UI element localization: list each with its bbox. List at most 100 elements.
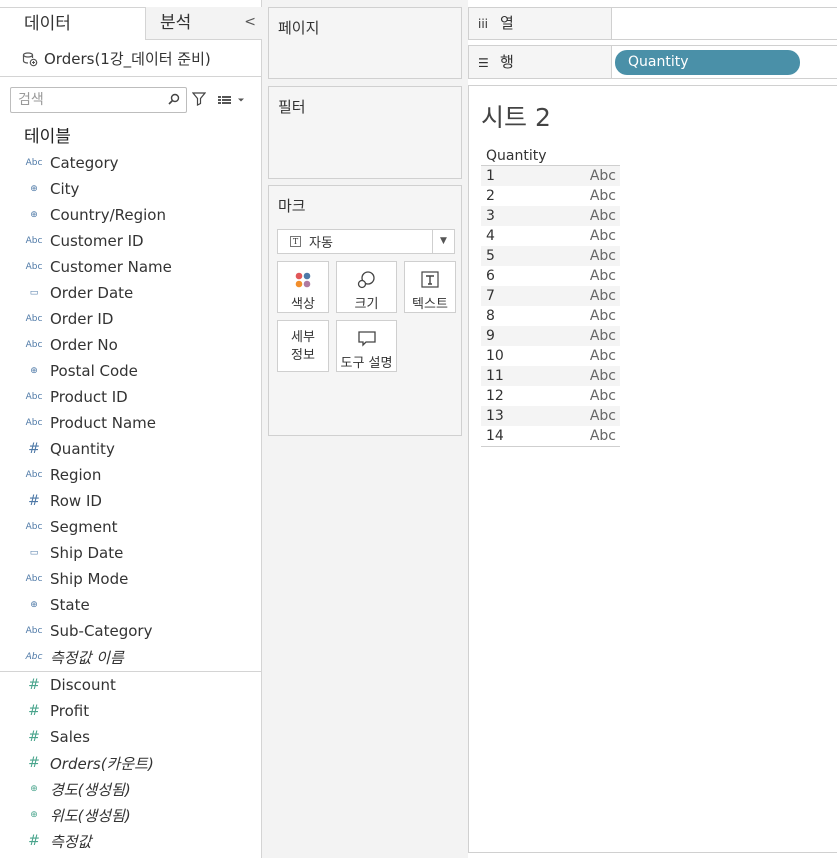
- field-item[interactable]: Abc Product Name: [0, 410, 262, 436]
- field-label: 위도(생성됨): [50, 806, 131, 825]
- color-icon: [295, 272, 311, 288]
- field-item[interactable]: Abc Customer ID: [0, 228, 262, 254]
- quantity-pill[interactable]: Quantity: [615, 50, 800, 75]
- columns-shelf[interactable]: iii 열: [468, 7, 837, 40]
- table-row[interactable]: 4 Abc: [481, 226, 620, 246]
- field-item[interactable]: ▭ Order Date: [0, 280, 262, 306]
- rows-shelf[interactable]: ☰ 행 Quantity: [468, 45, 837, 79]
- table-row[interactable]: 14 Abc: [481, 426, 620, 446]
- size-button[interactable]: 크기: [336, 261, 397, 313]
- tab-analysis[interactable]: 분석 <: [145, 7, 262, 40]
- field-label: Profit: [50, 702, 90, 720]
- cell-value: Abc: [589, 368, 616, 384]
- field-item[interactable]: # Quantity: [0, 436, 262, 462]
- string-type-icon: Abc: [25, 418, 43, 428]
- field-item[interactable]: # Profit: [0, 698, 262, 724]
- table-row[interactable]: 10 Abc: [481, 346, 620, 366]
- table-row[interactable]: 8 Abc: [481, 306, 620, 326]
- string-type-icon: Abc: [25, 236, 43, 246]
- tab-data[interactable]: 데이터: [0, 7, 145, 40]
- number-type-icon: #: [28, 833, 40, 849]
- field-label: State: [50, 596, 90, 614]
- marks-title: 마크: [278, 197, 306, 215]
- rows-icon: ☰: [478, 56, 489, 70]
- globe-icon: ⊕: [30, 366, 38, 376]
- field-item[interactable]: Abc Product ID: [0, 384, 262, 410]
- field-label: Discount: [50, 676, 116, 694]
- table-row[interactable]: 7 Abc: [481, 286, 620, 306]
- table-row[interactable]: 9 Abc: [481, 326, 620, 346]
- columns-shelf-label: iii 열: [469, 8, 612, 39]
- collapse-pane-icon[interactable]: <: [244, 7, 256, 38]
- detail-button[interactable]: 세부 정보: [277, 320, 329, 372]
- search-icon[interactable]: [168, 93, 180, 105]
- field-item[interactable]: # Row ID: [0, 488, 262, 514]
- row-header-value: 12: [486, 388, 504, 404]
- pages-shelf[interactable]: 페이지: [268, 7, 462, 79]
- field-item[interactable]: Abc Order ID: [0, 306, 262, 332]
- table-row[interactable]: 3 Abc: [481, 206, 620, 226]
- field-item[interactable]: Abc Order No: [0, 332, 262, 358]
- filter-icon[interactable]: [192, 92, 206, 106]
- table-row[interactable]: 2 Abc: [481, 186, 620, 206]
- number-type-icon: #: [28, 703, 40, 719]
- sheet-title[interactable]: 시트 2: [481, 98, 551, 134]
- search-input[interactable]: [11, 88, 161, 112]
- field-item[interactable]: Abc Region: [0, 462, 262, 488]
- search-box: [10, 87, 187, 113]
- field-label: Product ID: [50, 388, 128, 406]
- field-item[interactable]: ⊕ State: [0, 592, 262, 618]
- field-item[interactable]: ⊕ 경도(생성됨): [0, 776, 262, 802]
- cell-value: Abc: [589, 388, 616, 404]
- mark-type-dropdown[interactable]: T 자동 ▼: [277, 229, 455, 254]
- datasource[interactable]: Orders(1강_데이터 준비): [22, 48, 211, 69]
- field-item[interactable]: ⊕ City: [0, 176, 262, 202]
- globe-icon: ⊕: [30, 600, 38, 610]
- field-item[interactable]: # Sales: [0, 724, 262, 750]
- field-item[interactable]: # Discount: [0, 672, 262, 698]
- field-item[interactable]: Abc Ship Mode: [0, 566, 262, 592]
- field-item[interactable]: ⊕ Country/Region: [0, 202, 262, 228]
- table-row[interactable]: 12 Abc: [481, 386, 620, 406]
- table-row[interactable]: 5 Abc: [481, 246, 620, 266]
- field-item[interactable]: Abc Sub-Category: [0, 618, 262, 644]
- tooltip-icon: [357, 331, 376, 347]
- field-label: Quantity: [50, 440, 115, 458]
- mark-type-value: 자동: [309, 236, 333, 251]
- table-row[interactable]: 6 Abc: [481, 266, 620, 286]
- field-label: 측정값: [50, 832, 92, 851]
- view-list-icon[interactable]: [218, 95, 246, 105]
- cell-value: Abc: [589, 188, 616, 204]
- row-header-value: 5: [486, 248, 495, 264]
- data-pane: 데이터 분석 < Orders(1강_데이터 준비) 테이블 Abc Catego…: [0, 0, 262, 858]
- row-header-value: 6: [486, 268, 495, 284]
- color-button[interactable]: 색상: [277, 261, 329, 313]
- field-item[interactable]: # Orders(카운트): [0, 750, 262, 776]
- detail-label-line1: 세부: [291, 330, 315, 345]
- field-label: Sub-Category: [50, 622, 153, 640]
- table-row[interactable]: 13 Abc: [481, 406, 620, 426]
- text-button[interactable]: 텍스트: [404, 261, 456, 313]
- chevron-down-icon[interactable]: ▼: [432, 230, 454, 253]
- filters-title: 필터: [278, 98, 306, 116]
- field-item[interactable]: Abc Customer Name: [0, 254, 262, 280]
- tooltip-button[interactable]: 도구 설명: [336, 320, 397, 372]
- field-item[interactable]: # 측정값: [0, 828, 262, 854]
- table-header[interactable]: Quantity: [481, 146, 620, 166]
- text-table: Quantity 1 Abc 2 Abc 3 Abc 4 Abc 5 Abc 6 Abc 7 Abc 8 Ab…: [481, 146, 620, 447]
- field-item[interactable]: Abc Category: [0, 150, 262, 176]
- table-row[interactable]: 1 Abc: [481, 166, 620, 186]
- field-label: Segment: [50, 518, 118, 536]
- field-label: Customer Name: [50, 258, 172, 276]
- number-type-icon: #: [28, 493, 40, 509]
- field-item[interactable]: ⊕ Postal Code: [0, 358, 262, 384]
- table-row[interactable]: 11 Abc: [481, 366, 620, 386]
- field-item[interactable]: ▭ Ship Date: [0, 540, 262, 566]
- worksheet: 시트 2 Quantity 1 Abc 2 Abc 3 Abc 4 Abc 5 Abc 6 Abc 7 A…: [468, 85, 837, 853]
- field-item[interactable]: Abc 측정값 이름: [0, 644, 262, 670]
- field-item[interactable]: ⊕ 위도(생성됨): [0, 802, 262, 828]
- row-header-value: 13: [486, 408, 504, 424]
- filters-shelf[interactable]: 필터: [268, 86, 462, 179]
- field-label: Order No: [50, 336, 118, 354]
- field-item[interactable]: Abc Segment: [0, 514, 262, 540]
